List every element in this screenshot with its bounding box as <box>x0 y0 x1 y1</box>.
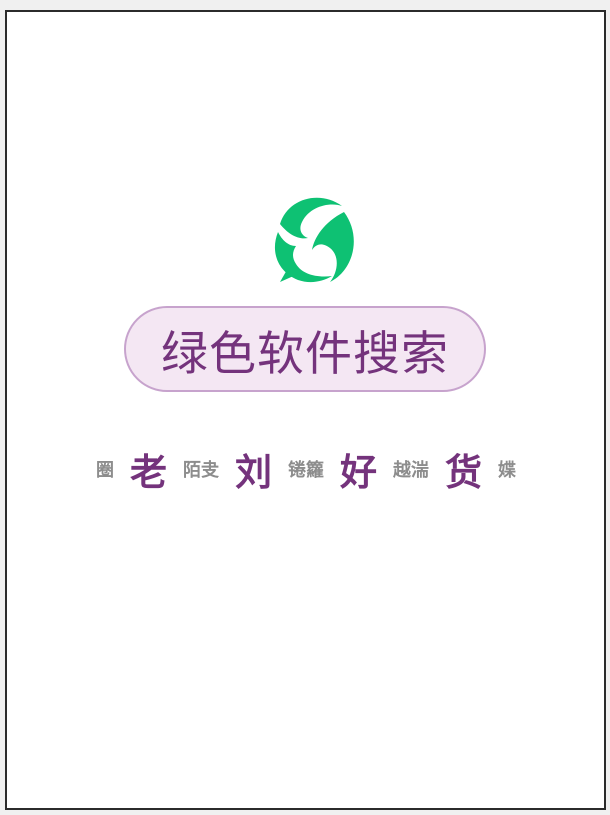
page-frame: 绿色软件搜索 圈 老 陌叏 刘 锩籮 好 越湍 货 媟 <box>5 10 606 810</box>
slogan-char: 媟 <box>498 460 516 481</box>
search-title: 绿色软件搜索 <box>161 326 449 382</box>
slogan-char: 陌叏 <box>183 460 219 481</box>
green-swirl-chat-icon <box>257 192 359 286</box>
slogan-char: 越湍 <box>393 460 429 481</box>
slogan-char: 刘 <box>235 451 272 494</box>
slogan-char: 货 <box>445 451 482 494</box>
slogan-row: 圈 老 陌叏 刘 锩籮 好 越湍 货 媟 <box>96 444 516 494</box>
slogan-char: 圈 <box>96 460 114 481</box>
slogan-char: 好 <box>340 451 377 494</box>
slogan-char: 老 <box>130 451 167 494</box>
slogan-char: 锩籮 <box>288 460 324 481</box>
search-box[interactable]: 绿色软件搜索 <box>124 306 486 392</box>
